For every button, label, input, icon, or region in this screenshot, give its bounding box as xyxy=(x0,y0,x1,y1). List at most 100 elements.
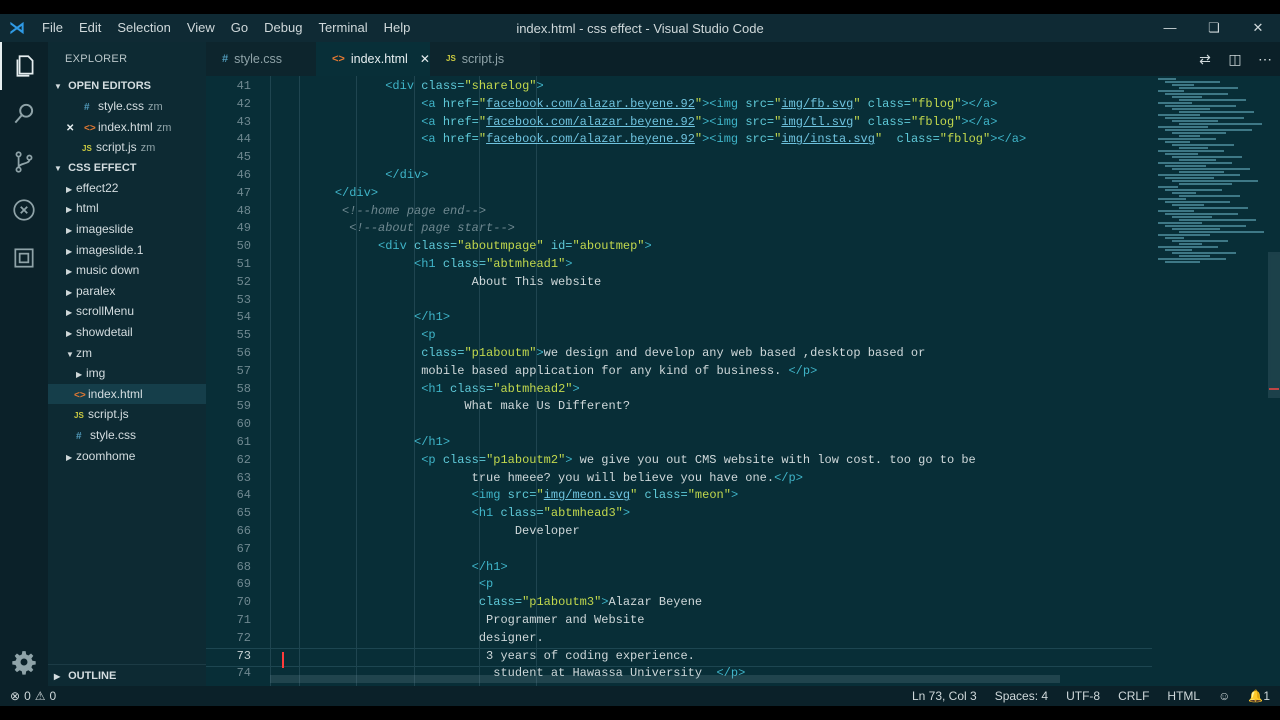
notification-count: 1 xyxy=(1263,689,1270,703)
cursor-position[interactable]: Ln 73, Col 3 xyxy=(912,689,977,703)
file-name: script.js xyxy=(96,140,137,155)
minimap-line xyxy=(1172,192,1196,194)
minimap-line xyxy=(1165,153,1198,155)
debug-icon[interactable] xyxy=(0,186,48,234)
code-line: </h1> xyxy=(414,310,451,325)
language-mode[interactable]: HTML xyxy=(1167,689,1200,703)
folder-name: music down xyxy=(76,263,140,278)
folder-item-zm[interactable]: ▼ zm xyxy=(48,343,206,364)
folder-name: scrollMenu xyxy=(76,304,135,319)
open-editor-item[interactable]: JS script.js zm xyxy=(48,137,206,158)
minimap-line xyxy=(1172,216,1212,218)
tab-style-css[interactable]: # style.css xyxy=(206,42,316,76)
folder-item[interactable]: ▶ html xyxy=(48,198,206,219)
html-file-icon: <> xyxy=(332,53,345,65)
html-file-icon: <> xyxy=(74,389,86,401)
tab-label: script.js xyxy=(461,52,505,66)
open-editor-item[interactable]: # style.css zm xyxy=(48,96,206,117)
minimap-line xyxy=(1172,132,1226,134)
code-line: Developer xyxy=(270,523,580,538)
notifications-bell-icon[interactable]: 🔔1 xyxy=(1248,689,1270,703)
file-dir: zm xyxy=(156,121,172,134)
folder-item[interactable]: ▶ paralex xyxy=(48,281,206,302)
close-tab-icon[interactable]: ✕ xyxy=(420,42,430,76)
folder-item[interactable]: ▶ effect22 xyxy=(48,178,206,199)
code-editor[interactable]: 41 42 43 44 45 46 47 48 49 50 51 52 53 5… xyxy=(206,76,1280,686)
line-number: 57 xyxy=(236,363,251,378)
line-number: 72 xyxy=(236,630,251,645)
restore-icon[interactable]: ❏ xyxy=(1192,14,1236,42)
minimap-line xyxy=(1172,156,1242,158)
activity-bar xyxy=(0,42,48,686)
feedback-smiley-icon[interactable]: ☺ xyxy=(1218,689,1230,703)
file-item[interactable]: # style.css xyxy=(48,425,206,446)
folder-item[interactable]: ▶ zoomhome xyxy=(48,446,206,467)
css-file-icon: # xyxy=(84,102,90,113)
open-changes-icon[interactable]: ⇄ xyxy=(1190,51,1220,68)
line-ending[interactable]: CRLF xyxy=(1118,689,1149,703)
menu-file[interactable]: File xyxy=(34,14,71,42)
minimap-line xyxy=(1158,234,1210,236)
js-file-icon: JS xyxy=(446,54,456,63)
title-bar: ⋊ File Edit Selection View Go Debug Term… xyxy=(0,14,1280,42)
open-editors-label: OPEN EDITORS xyxy=(68,80,151,92)
file-item-selected[interactable]: <> index.html xyxy=(48,383,206,405)
file-item[interactable]: JS script.js xyxy=(48,404,206,425)
outline-header[interactable]: ▶ OUTLINE xyxy=(48,664,206,686)
encoding[interactable]: UTF-8 xyxy=(1066,689,1100,703)
folder-item[interactable]: ▶ scrollMenu xyxy=(48,301,206,322)
vertical-scrollbar[interactable] xyxy=(1268,252,1280,398)
more-actions-icon[interactable]: ⋯ xyxy=(1250,51,1280,68)
minimap-line xyxy=(1165,261,1200,263)
indentation[interactable]: Spaces: 4 xyxy=(995,689,1048,703)
minimap-line xyxy=(1172,120,1218,122)
explorer-icon[interactable] xyxy=(0,42,48,90)
menu-view[interactable]: View xyxy=(179,14,223,42)
open-editor-item-active[interactable]: ✕ <> index.html zm xyxy=(48,117,206,138)
minimap-line xyxy=(1158,138,1216,140)
folder-item[interactable]: ▶ img xyxy=(48,363,206,384)
minimap-line xyxy=(1179,255,1210,257)
search-icon[interactable] xyxy=(0,90,48,138)
tab-index-html[interactable]: <> index.html ✕ xyxy=(316,42,430,76)
chevron-right-icon: ▶ xyxy=(66,287,73,297)
folder-item[interactable]: ▶ imageslide xyxy=(48,219,206,240)
close-editor-icon[interactable]: ✕ xyxy=(66,119,80,140)
folder-item[interactable]: ▶ showdetail xyxy=(48,322,206,343)
minimap[interactable] xyxy=(1154,76,1274,276)
code-line: class="p1aboutm">we design and develop a… xyxy=(421,345,926,360)
menu-go[interactable]: Go xyxy=(223,14,256,42)
project-header[interactable]: ▼ CSS EFFECT xyxy=(48,158,206,178)
split-editor-icon[interactable]: ◫ xyxy=(1220,51,1250,68)
close-icon[interactable]: ✕ xyxy=(1236,14,1280,42)
minimize-icon[interactable]: — xyxy=(1148,14,1192,42)
code-line: <img src="img/meon.svg" class="meon"> xyxy=(471,488,739,503)
tab-script-js[interactable]: JS script.js xyxy=(430,42,540,76)
folder-item[interactable]: ▶ music down xyxy=(48,260,206,281)
folder-item[interactable]: ▶ imageslide.1 xyxy=(48,240,206,261)
code-line: class="p1aboutm3">Alazar Beyene xyxy=(478,595,703,610)
minimap-line xyxy=(1158,90,1184,92)
minimap-line xyxy=(1165,189,1222,191)
menu-terminal[interactable]: Terminal xyxy=(310,14,375,42)
problems-indicator[interactable]: ⊗ 0 ⚠ 0 xyxy=(0,689,56,703)
menu-help[interactable]: Help xyxy=(376,14,419,42)
code-line: <p xyxy=(478,577,494,592)
menu-edit[interactable]: Edit xyxy=(71,14,109,42)
source-control-icon[interactable] xyxy=(0,138,48,186)
menu-debug[interactable]: Debug xyxy=(256,14,310,42)
minimap-line xyxy=(1165,81,1220,83)
extensions-icon[interactable] xyxy=(0,234,48,282)
warning-icon: ⚠ xyxy=(34,689,46,703)
chevron-right-icon: ▶ xyxy=(54,672,61,681)
folder-name: paralex xyxy=(76,283,116,298)
explorer-title: EXPLORER xyxy=(65,53,128,65)
menu-selection[interactable]: Selection xyxy=(109,14,178,42)
horizontal-scrollbar[interactable] xyxy=(270,675,1060,683)
open-editors-header[interactable]: ▼ OPEN EDITORS xyxy=(48,76,206,96)
line-number: 69 xyxy=(236,577,251,592)
settings-gear-icon[interactable] xyxy=(0,638,48,686)
code-line: mobile based application for any kind of… xyxy=(270,363,818,378)
